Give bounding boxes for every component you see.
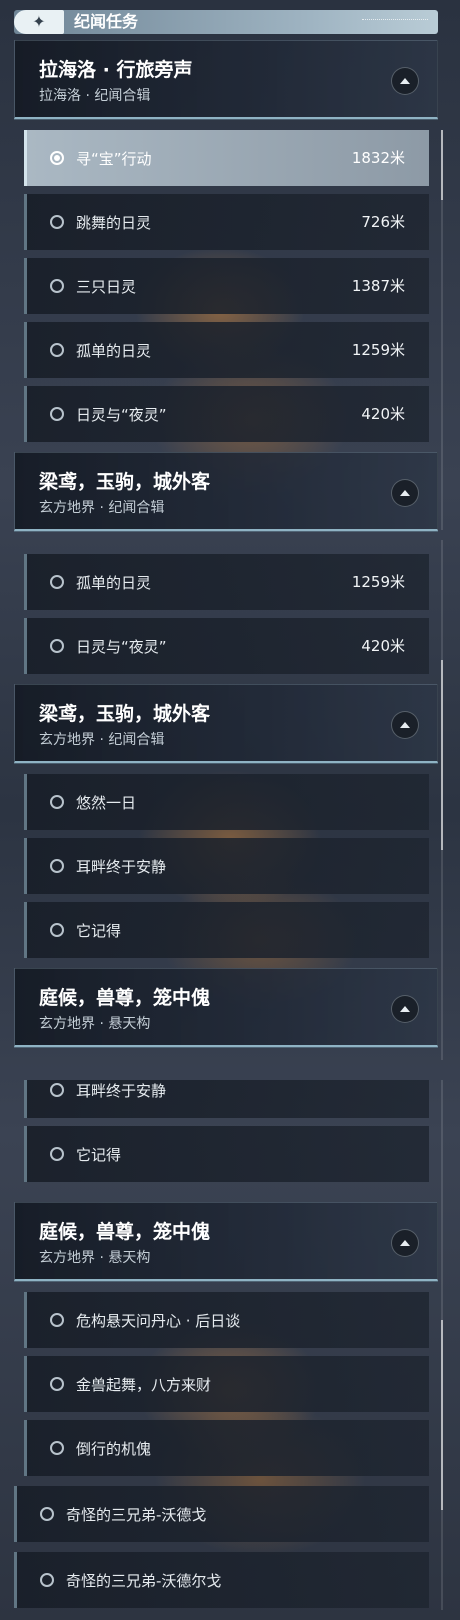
- radio-icon: [50, 923, 64, 937]
- radio-icon: [50, 407, 64, 421]
- quest-row[interactable]: 金兽起舞，八方来财: [24, 1356, 429, 1412]
- quest-row[interactable]: 孤单的日灵 1259米: [24, 322, 429, 378]
- radio-icon: [50, 795, 64, 809]
- radio-icon: [50, 215, 64, 229]
- quest-name: 奇怪的三兄弟-沃德尔戈: [66, 1571, 222, 1590]
- collapse-toggle-icon[interactable]: [391, 1229, 419, 1257]
- quest-distance: 1387米: [351, 277, 405, 295]
- radio-icon: [50, 1313, 64, 1327]
- collapse-toggle-icon[interactable]: [391, 995, 419, 1023]
- quest-name: 日灵与“夜灵”: [76, 637, 167, 656]
- group-title: 庭候，兽尊，笼中傀: [39, 1221, 211, 1243]
- quest-row[interactable]: 奇怪的三兄弟-沃德尔戈: [14, 1552, 429, 1608]
- quest-name: 孤单的日灵: [76, 341, 152, 360]
- scrollbar[interactable]: [441, 540, 443, 1060]
- scrollbar-thumb[interactable]: [441, 130, 443, 200]
- list-view-1: 拉海洛 · 行旅旁声 拉海洛 · 纪闻合辑 寻“宝”行动 1832米 跳舞的日灵…: [0, 0, 460, 540]
- collapse-toggle-icon[interactable]: [391, 711, 419, 739]
- scrollbar[interactable]: [441, 1080, 443, 1610]
- quest-name: 耳畔终于安静: [76, 857, 167, 876]
- radio-icon: [50, 1441, 64, 1455]
- quest-name: 寻“宝”行动: [76, 149, 152, 168]
- quest-distance: 1259米: [351, 573, 405, 591]
- group-subtitle: 拉海洛 · 纪闻合辑: [39, 88, 151, 104]
- radio-icon: [50, 343, 64, 357]
- group-header[interactable]: 梁鸢，玉驹，城外客 玄方地界 · 纪闻合辑: [14, 452, 438, 531]
- radio-icon: [40, 1507, 54, 1521]
- quest-name: 危构悬天问丹心 · 后日谈: [76, 1311, 241, 1330]
- quest-name: 金兽起舞，八方来财: [76, 1375, 212, 1394]
- group-header[interactable]: 梁鸢，玉驹，城外客 玄方地界 · 纪闻合辑: [14, 684, 438, 763]
- group-header[interactable]: 庭候，兽尊，笼中傀 玄方地界 · 悬天构: [14, 968, 438, 1047]
- quest-row[interactable]: 危构悬天问丹心 · 后日谈: [24, 1292, 429, 1348]
- quest-row[interactable]: 奇怪的三兄弟-沃德戈: [14, 1486, 429, 1542]
- quest-row[interactable]: 耳畔终于安静: [24, 1080, 429, 1118]
- scrollbar-thumb[interactable]: [441, 1320, 443, 1510]
- scrollbar[interactable]: [441, 130, 443, 530]
- scrollbar-thumb[interactable]: [441, 660, 443, 850]
- quest-distance: 1832米: [351, 149, 405, 167]
- quest-row[interactable]: 耳畔终于安静: [24, 838, 429, 894]
- group-title: 庭候，兽尊，笼中傀: [39, 987, 211, 1009]
- quest-row[interactable]: 日灵与“夜灵” 420米: [24, 386, 429, 442]
- radio-icon: [50, 1377, 64, 1391]
- group-subtitle: 玄方地界 · 悬天构: [39, 1016, 151, 1032]
- group-subtitle: 玄方地界 · 纪闻合辑: [39, 732, 165, 748]
- quest-row[interactable]: 三只日灵 1387米: [24, 258, 429, 314]
- quest-distance: 420米: [361, 405, 405, 423]
- radio-icon: [40, 1573, 54, 1587]
- quest-distance: 726米: [361, 213, 405, 231]
- radio-icon: [50, 279, 64, 293]
- group-title: 梁鸢，玉驹，城外客: [39, 703, 211, 725]
- quest-row[interactable]: 它记得: [24, 902, 429, 958]
- quest-row[interactable]: 倒行的机傀: [24, 1420, 429, 1476]
- group-header[interactable]: 庭候，兽尊，笼中傀 玄方地界 · 悬天构: [14, 1202, 438, 1281]
- list-view-3: 耳畔终于安静 它记得 庭候，兽尊，笼中傀 玄方地界 · 悬天构 危构悬天问丹心 …: [0, 1080, 460, 1620]
- quest-distance: 420米: [361, 637, 405, 655]
- list-view-2: 孤单的日灵 1259米 日灵与“夜灵” 420米 梁鸢，玉驹，城外客 玄方地界 …: [0, 540, 460, 1080]
- group-subtitle: 玄方地界 · 纪闻合辑: [39, 500, 165, 516]
- quest-row[interactable]: 孤单的日灵 1259米: [24, 554, 429, 610]
- radio-selected-icon: [50, 151, 64, 165]
- group-subtitle: 玄方地界 · 悬天构: [39, 1250, 151, 1266]
- quest-name: 它记得: [76, 921, 122, 940]
- quest-name: 奇怪的三兄弟-沃德戈: [66, 1505, 207, 1524]
- quest-name: 三只日灵: [76, 277, 137, 296]
- group-title: 梁鸢，玉驹，城外客: [39, 471, 211, 493]
- quest-name: 倒行的机傀: [76, 1439, 152, 1458]
- quest-name: 跳舞的日灵: [76, 213, 152, 232]
- quest-row[interactable]: 寻“宝”行动 1832米: [24, 130, 429, 186]
- quest-name: 孤单的日灵: [76, 573, 152, 592]
- quest-row[interactable]: 它记得: [24, 1126, 429, 1182]
- quest-row[interactable]: 跳舞的日灵 726米: [24, 194, 429, 250]
- quest-name: 它记得: [76, 1145, 122, 1164]
- collapse-toggle-icon[interactable]: [391, 67, 419, 95]
- quest-row[interactable]: 日灵与“夜灵” 420米: [24, 618, 429, 674]
- radio-icon: [50, 639, 64, 653]
- radio-icon: [50, 575, 64, 589]
- quest-name: 日灵与“夜灵”: [76, 405, 167, 424]
- quest-row[interactable]: 悠然一日: [24, 774, 429, 830]
- radio-icon: [50, 1083, 64, 1097]
- quest-name: 悠然一日: [76, 793, 137, 812]
- radio-icon: [50, 859, 64, 873]
- quest-name: 耳畔终于安静: [76, 1081, 167, 1100]
- group-title: 拉海洛 · 行旅旁声: [39, 59, 193, 81]
- group-header[interactable]: 拉海洛 · 行旅旁声 拉海洛 · 纪闻合辑: [14, 40, 438, 119]
- quest-distance: 1259米: [351, 341, 405, 359]
- collapse-toggle-icon[interactable]: [391, 479, 419, 507]
- radio-icon: [50, 1147, 64, 1161]
